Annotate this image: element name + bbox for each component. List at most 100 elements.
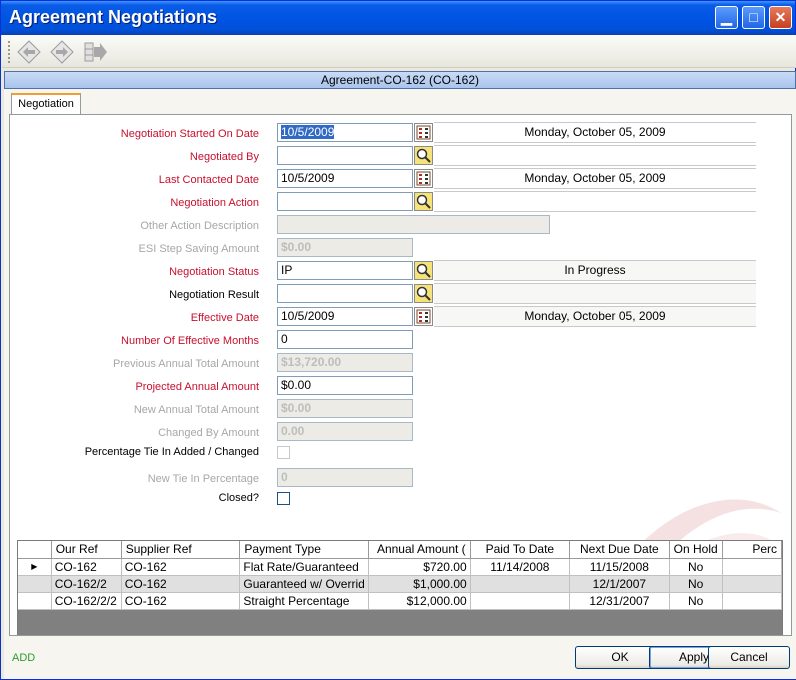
changed-by-label: Changed By Amount xyxy=(158,427,259,439)
calendar-icon[interactable] xyxy=(414,307,433,326)
minimize-icon[interactable]: ▁ xyxy=(715,6,738,29)
negotiated-by-field[interactable] xyxy=(277,146,413,165)
calendar-icon[interactable] xyxy=(414,169,433,188)
col-paid-to-date[interactable]: Paid To Date xyxy=(470,541,571,559)
content-area: Negotiation Negotiation Started On Date … xyxy=(4,89,796,679)
cell-annual-amount[interactable]: $720.00 xyxy=(368,558,471,576)
cell-our-ref[interactable]: CO-162/2/2 xyxy=(51,592,122,610)
table-row[interactable]: ▶ CO-162 CO-162 Flat Rate/Guaranteed $72… xyxy=(18,558,782,576)
cell-next-due-date[interactable]: 12/1/2007 xyxy=(569,575,670,593)
cell-payment-type[interactable]: Straight Percentage xyxy=(239,592,369,610)
cell-supplier-ref[interactable]: CO-162 xyxy=(121,575,241,593)
window-title: Agreement Negotiations xyxy=(9,7,218,27)
back-arrow-icon[interactable] xyxy=(16,39,42,65)
negotiation-started-label: Negotiation Started On Date xyxy=(120,128,259,140)
cell-annual-amount[interactable]: $12,000.00 xyxy=(368,592,471,610)
pct-tie-added-label: Percentage Tie In Added / Changed xyxy=(84,446,259,458)
cell-on-hold[interactable]: No xyxy=(669,575,723,593)
cell-perc[interactable] xyxy=(722,592,782,610)
new-tie-field: 0 xyxy=(277,468,413,487)
negotiation-result-label: Negotiation Result xyxy=(169,289,259,301)
other-action-field xyxy=(277,215,550,234)
pct-tie-added-checkbox[interactable] xyxy=(277,446,290,459)
cell-our-ref[interactable]: CO-162/2 xyxy=(51,575,122,593)
effective-months-label: Number Of Effective Months xyxy=(121,335,259,347)
cancel-button[interactable]: Cancel xyxy=(708,646,790,669)
col-perc[interactable]: Perc xyxy=(722,541,782,559)
cell-perc[interactable] xyxy=(722,558,782,576)
cell-our-ref[interactable]: CO-162 xyxy=(51,558,122,576)
row-indicator xyxy=(18,592,52,610)
projected-annual-field[interactable]: $0.00 xyxy=(277,376,413,395)
negotiation-result-field[interactable] xyxy=(277,284,413,303)
negotiation-status-field[interactable]: IP xyxy=(277,261,413,280)
col-next-due-date[interactable]: Next Due Date xyxy=(569,541,670,559)
cell-payment-type[interactable]: Flat Rate/Guaranteed xyxy=(239,558,369,576)
esi-step-field: $0.00 xyxy=(277,238,413,257)
prev-annual-label: Previous Annual Total Amount xyxy=(113,358,259,370)
negotiation-action-display xyxy=(434,191,756,212)
new-annual-label: New Annual Total Amount xyxy=(133,404,259,416)
cell-next-due-date[interactable]: 11/15/2008 xyxy=(569,558,670,576)
col-annual-amount[interactable]: Annual Amount ( xyxy=(368,541,471,559)
effective-date-label: Effective Date xyxy=(190,312,259,324)
lookup-search-icon[interactable] xyxy=(414,261,433,280)
last-contacted-field[interactable]: 10/5/2009 xyxy=(277,169,413,188)
record-header: Agreement-CO-162 (CO-162) xyxy=(4,71,796,89)
cell-annual-amount[interactable]: $1,000.00 xyxy=(368,575,471,593)
col-supplier-ref[interactable]: Supplier Ref xyxy=(121,541,241,559)
negotiation-started-field[interactable]: 10/5/2009 xyxy=(277,123,413,142)
lookup-search-icon[interactable] xyxy=(414,284,433,303)
window: Agreement Negotiations ▁ □ ✕ Agreement-C… xyxy=(0,0,796,680)
cell-payment-type[interactable]: Guaranteed w/ Overrid xyxy=(239,575,369,593)
cell-supplier-ref[interactable]: CO-162 xyxy=(121,592,241,610)
col-on-hold[interactable]: On Hold xyxy=(669,541,723,559)
table-row[interactable]: CO-162/2 CO-162 Guaranteed w/ Overrid $1… xyxy=(18,575,782,593)
cell-perc[interactable] xyxy=(722,575,782,593)
cell-paid-to-date[interactable] xyxy=(470,575,571,593)
close-icon[interactable]: ✕ xyxy=(769,6,792,29)
effective-months-field[interactable]: 0 xyxy=(277,330,413,349)
negotiated-by-label: Negotiated By xyxy=(189,151,259,163)
closed-checkbox[interactable] xyxy=(277,492,290,505)
tab-negotiation[interactable]: Negotiation xyxy=(11,93,81,115)
effective-date-display: Monday, October 05, 2009 xyxy=(434,306,756,327)
esi-step-label: ESI Step Saving Amount xyxy=(138,243,259,255)
title-bar[interactable]: Agreement Negotiations ▁ □ ✕ xyxy=(1,1,795,35)
lookup-search-icon[interactable] xyxy=(414,146,433,165)
negotiation-status-label: Negotiation Status xyxy=(169,266,259,278)
grid-header-row: Our Ref Supplier Ref Payment Type Annual… xyxy=(18,541,782,559)
negotiation-status-display: In Progress xyxy=(434,260,756,281)
col-payment-type[interactable]: Payment Type xyxy=(239,541,369,559)
last-contacted-label: Last Contacted Date xyxy=(158,174,259,186)
toolbar-grip[interactable] xyxy=(8,41,11,63)
cell-paid-to-date[interactable] xyxy=(470,592,571,610)
cell-on-hold[interactable]: No xyxy=(669,558,723,576)
toolbar xyxy=(2,35,796,68)
grid-row-indicator-header xyxy=(18,541,52,559)
negotiated-by-display xyxy=(434,145,756,166)
current-row-arrow-icon: ▶ xyxy=(18,558,52,576)
cell-paid-to-date[interactable]: 11/14/2008 xyxy=(470,558,571,576)
other-action-label: Other Action Description xyxy=(140,220,259,232)
changed-by-field: 0.00 xyxy=(277,422,413,441)
table-row[interactable]: CO-162/2/2 CO-162 Straight Percentage $1… xyxy=(18,592,782,610)
lookup-search-icon[interactable] xyxy=(414,192,433,211)
prev-annual-field: $13,720.00 xyxy=(277,353,413,372)
cell-on-hold[interactable]: No xyxy=(669,592,723,610)
col-our-ref[interactable]: Our Ref xyxy=(51,541,122,559)
cell-supplier-ref[interactable]: CO-162 xyxy=(121,558,241,576)
skip-to-end-icon[interactable] xyxy=(82,39,108,65)
forward-arrow-icon[interactable] xyxy=(49,39,75,65)
maximize-icon[interactable]: □ xyxy=(742,6,765,29)
calendar-icon[interactable] xyxy=(414,123,433,142)
cell-next-due-date[interactable]: 12/31/2007 xyxy=(569,592,670,610)
negotiation-action-field[interactable] xyxy=(277,192,413,211)
negotiation-started-display: Monday, October 05, 2009 xyxy=(434,122,756,143)
mode-status-text: ADD xyxy=(12,652,36,664)
effective-date-field[interactable]: 10/5/2009 xyxy=(277,307,413,326)
negotiation-result-display xyxy=(434,283,756,304)
new-annual-field: $0.00 xyxy=(277,399,413,418)
row-indicator xyxy=(18,575,52,593)
payments-grid[interactable]: Our Ref Supplier Ref Payment Type Annual… xyxy=(17,540,783,635)
